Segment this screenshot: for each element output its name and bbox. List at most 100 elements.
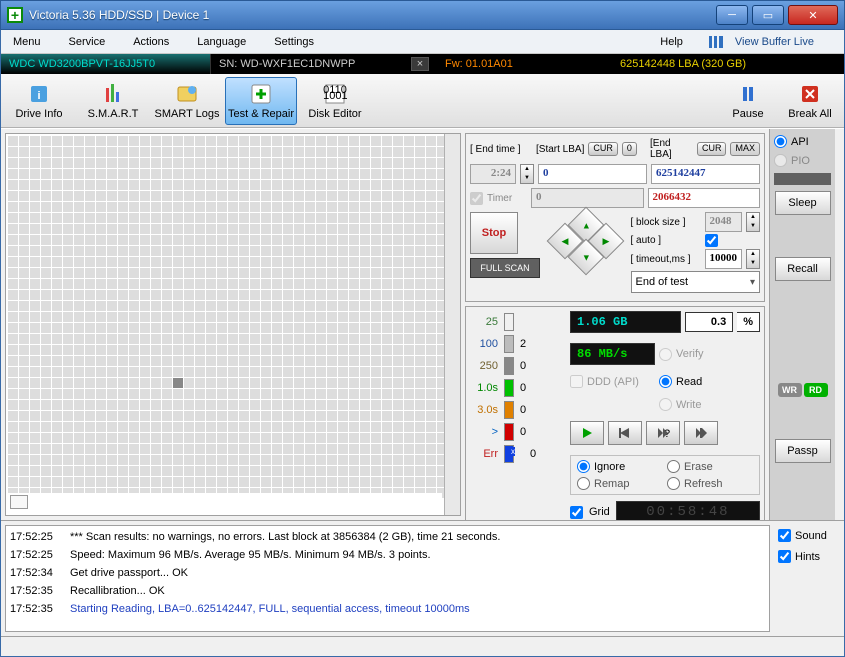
- map-cell: [129, 301, 139, 311]
- map-cell: [195, 290, 205, 300]
- map-cell: [404, 411, 414, 421]
- timeout-spinner[interactable]: ▲▼: [746, 249, 760, 269]
- pause-button[interactable]: Pause: [718, 77, 778, 125]
- map-cell: [217, 169, 227, 179]
- map-cell: [338, 444, 348, 454]
- map-cell: [360, 147, 370, 157]
- map-cell: [151, 279, 161, 289]
- map-cell: [173, 367, 183, 377]
- map-cell: [140, 345, 150, 355]
- start-cur-button[interactable]: CUR: [588, 142, 618, 156]
- end-max-button[interactable]: MAX: [730, 142, 760, 156]
- tab-disk-editor[interactable]: 101100010011 Disk Editor: [299, 77, 371, 125]
- start-0-button[interactable]: 0: [622, 142, 637, 156]
- erase-radio[interactable]: [667, 460, 680, 473]
- sleep-button[interactable]: Sleep: [775, 191, 831, 215]
- view-buffer-live[interactable]: View Buffer Live: [703, 28, 840, 56]
- block-size-spinner[interactable]: ▲▼: [746, 212, 760, 232]
- maximize-button[interactable]: ▭: [752, 5, 784, 25]
- map-cell: [85, 455, 95, 465]
- grid-checkbox[interactable]: [570, 506, 583, 519]
- map-cell: [74, 433, 84, 443]
- close-button[interactable]: ✕: [788, 5, 838, 25]
- map-cell: [8, 378, 18, 388]
- map-cell: [63, 477, 73, 487]
- tab-smart-logs[interactable]: SMART Logs: [151, 77, 223, 125]
- map-scrollbar[interactable]: [444, 134, 460, 515]
- end-time-spinner[interactable]: ▲▼: [520, 164, 534, 184]
- map-cell: [294, 290, 304, 300]
- refresh-radio[interactable]: [667, 477, 680, 490]
- play-button[interactable]: [570, 421, 604, 445]
- map-cell: [415, 180, 425, 190]
- map-cell: [239, 169, 249, 179]
- remap-radio[interactable]: [577, 477, 590, 490]
- recall-button[interactable]: Recall: [775, 257, 831, 281]
- map-cell: [151, 136, 161, 146]
- minimize-button[interactable]: ─: [716, 5, 748, 25]
- map-cell: [151, 345, 161, 355]
- map-cell: [250, 202, 260, 212]
- map-cell: [19, 191, 29, 201]
- menu-menu[interactable]: Menu: [5, 32, 61, 52]
- tab-disk-editor-label: Disk Editor: [308, 108, 361, 120]
- map-cell: [184, 477, 194, 487]
- read-radio[interactable]: [659, 375, 672, 388]
- map-cell: [19, 378, 29, 388]
- map-cell: [74, 246, 84, 256]
- map-cell: [30, 301, 40, 311]
- map-cell: [162, 180, 172, 190]
- map-cell: [426, 433, 436, 443]
- end-cur-button[interactable]: CUR: [697, 142, 727, 156]
- tab-test-repair[interactable]: Test & Repair: [225, 77, 297, 125]
- close-drive-icon[interactable]: ×: [411, 57, 429, 71]
- map-cell: [327, 444, 337, 454]
- map-cell: [415, 235, 425, 245]
- end-of-test-value: End of test: [636, 276, 689, 288]
- step-fwd-button[interactable]: [684, 421, 718, 445]
- end-of-test-select[interactable]: End of test: [631, 271, 761, 293]
- ignore-radio[interactable]: [577, 460, 590, 473]
- menu-service[interactable]: Service: [61, 32, 126, 52]
- auto-checkbox[interactable]: [705, 234, 718, 247]
- map-cell: [305, 180, 315, 190]
- map-cell: [96, 433, 106, 443]
- sound-checkbox[interactable]: [778, 529, 791, 542]
- api-radio[interactable]: [774, 135, 787, 148]
- break-all-button[interactable]: Break All: [780, 77, 840, 125]
- map-cell: [437, 279, 444, 289]
- menu-language[interactable]: Language: [189, 32, 266, 52]
- stop-button[interactable]: Stop: [470, 212, 518, 254]
- map-cell: [305, 389, 315, 399]
- map-cell: [415, 224, 425, 234]
- menu-help[interactable]: Help: [652, 32, 703, 52]
- map-cell: [63, 213, 73, 223]
- map-cell: [162, 213, 172, 223]
- step-back-button[interactable]: [608, 421, 642, 445]
- map-cell: [338, 433, 348, 443]
- map-cell: [437, 224, 444, 234]
- menu-settings[interactable]: Settings: [266, 32, 334, 52]
- map-cell: [41, 433, 51, 443]
- fullscan-button[interactable]: FULL SCAN: [470, 258, 540, 278]
- map-cell: [74, 191, 84, 201]
- end-lba-input[interactable]: 625142447: [651, 164, 760, 184]
- log-panel[interactable]: 17:52:25*** Scan results: no warnings, n…: [5, 525, 770, 632]
- map-cell: [305, 191, 315, 201]
- map-cell: [360, 411, 370, 421]
- start-lba-input[interactable]: 0: [538, 164, 647, 184]
- map-cell: [349, 389, 359, 399]
- map-cell: [85, 389, 95, 399]
- map-cell: [195, 422, 205, 432]
- tab-smart[interactable]: S.M.A.R.T: [77, 77, 149, 125]
- map-cell: [195, 224, 205, 234]
- pause-icon: [736, 82, 760, 106]
- menu-actions[interactable]: Actions: [125, 32, 189, 52]
- random-button[interactable]: ?: [646, 421, 680, 445]
- hints-checkbox[interactable]: [778, 550, 791, 563]
- passp-button[interactable]: Passp: [775, 439, 831, 463]
- log-area: 17:52:25*** Scan results: no warnings, n…: [1, 520, 844, 636]
- tab-drive-info[interactable]: i Drive Info: [3, 77, 75, 125]
- timeout-input[interactable]: 10000: [705, 249, 743, 269]
- map-cell: [96, 367, 106, 377]
